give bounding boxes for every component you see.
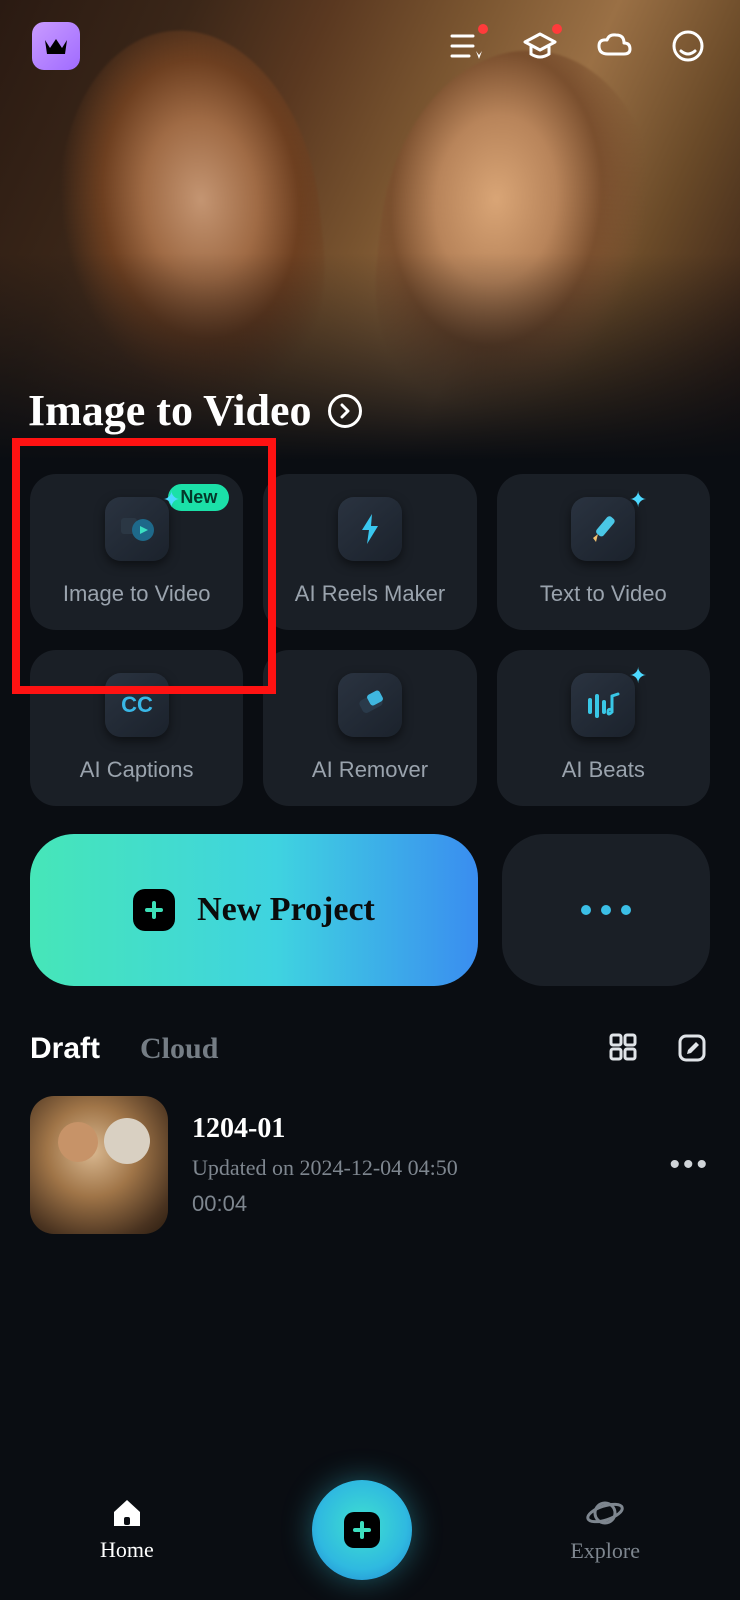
ellipsis-icon <box>581 905 631 915</box>
planet-icon <box>585 1496 625 1530</box>
draft-duration: 00:04 <box>192 1191 645 1217</box>
tool-grid: New ✦ Image to Video AI Reels Maker ✦ Te… <box>0 460 740 806</box>
nav-explore[interactable]: Explore <box>570 1496 640 1564</box>
crown-icon <box>43 36 69 56</box>
tool-ai-remover[interactable]: AI Remover <box>263 650 476 806</box>
edit-icon[interactable] <box>676 1032 710 1066</box>
tool-label: Image to Video <box>63 581 211 607</box>
draft-tabs: Draft Cloud <box>0 986 740 1066</box>
notification-dot <box>552 24 562 34</box>
project-actions: New Project <box>0 806 740 986</box>
bottom-nav: Home Explore <box>0 1480 740 1580</box>
tool-label: AI Reels Maker <box>295 581 445 607</box>
nav-create-button[interactable] <box>312 1480 412 1580</box>
plus-icon <box>344 1512 380 1548</box>
draft-item[interactable]: 1204-01 Updated on 2024-12-04 04:50 00:0… <box>0 1066 740 1234</box>
nav-label: Explore <box>570 1538 640 1564</box>
tool-label: AI Remover <box>312 757 428 783</box>
nav-label: Home <box>100 1537 154 1563</box>
pencil-icon: ✦ <box>571 497 635 561</box>
notification-dot <box>478 24 488 34</box>
nav-home[interactable]: Home <box>100 1497 154 1563</box>
tab-cloud[interactable]: Cloud <box>140 1032 218 1066</box>
hero-banner[interactable]: Image to Video <box>0 0 740 460</box>
tool-ai-beats[interactable]: ✦ AI Beats <box>497 650 710 806</box>
plus-icon <box>133 889 175 931</box>
music-beats-icon: ✦ <box>571 673 635 737</box>
grid-view-icon[interactable] <box>608 1032 642 1066</box>
captions-icon: CC <box>105 673 169 737</box>
lightning-icon <box>338 497 402 561</box>
academy-icon[interactable] <box>520 26 560 66</box>
draft-updated: Updated on 2024-12-04 04:50 <box>192 1155 645 1181</box>
tool-ai-reels-maker[interactable]: AI Reels Maker <box>263 474 476 630</box>
tool-label: AI Captions <box>80 757 194 783</box>
tool-image-to-video[interactable]: New ✦ Image to Video <box>30 474 243 630</box>
eraser-icon <box>338 673 402 737</box>
profile-icon[interactable] <box>668 26 708 66</box>
new-project-label: New Project <box>197 891 375 929</box>
more-actions-button[interactable] <box>502 834 710 986</box>
draft-thumbnail <box>30 1096 168 1234</box>
tool-ai-captions[interactable]: CC AI Captions <box>30 650 243 806</box>
effects-list-icon[interactable] <box>446 26 486 66</box>
chevron-right-icon[interactable] <box>328 394 362 428</box>
new-project-button[interactable]: New Project <box>30 834 478 986</box>
draft-title: 1204-01 <box>192 1113 645 1145</box>
cloud-icon[interactable] <box>594 26 634 66</box>
top-bar <box>0 22 740 70</box>
image-to-video-icon: ✦ <box>105 497 169 561</box>
svg-text:CC: CC <box>121 692 153 717</box>
draft-more-button[interactable]: ••• <box>669 1148 710 1182</box>
tool-label: Text to Video <box>540 581 667 607</box>
tab-draft[interactable]: Draft <box>30 1032 100 1066</box>
premium-badge[interactable] <box>32 22 80 70</box>
tool-label: AI Beats <box>562 757 645 783</box>
tool-text-to-video[interactable]: ✦ Text to Video <box>497 474 710 630</box>
hero-title: Image to Video <box>28 385 312 436</box>
home-icon <box>110 1497 144 1529</box>
